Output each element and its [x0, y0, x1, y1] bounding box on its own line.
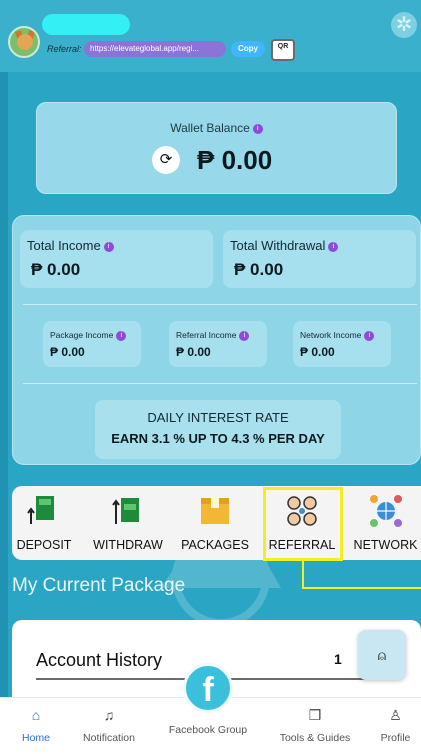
nav-tools-label: Tools & Guides — [279, 732, 351, 744]
daily-interest-box: DAILY INTEREST RATE EARN 3.1 % UP TO 4.3… — [95, 400, 341, 459]
refresh-icon[interactable]: ⟳ — [152, 146, 180, 174]
nav-tools-guides[interactable]: ❒ Tools & Guides — [270, 698, 360, 754]
facebook-icon[interactable]: f — [183, 663, 233, 713]
left-edge-bar — [0, 72, 8, 702]
door-exit-icon[interactable]: ⍝ — [358, 630, 406, 680]
network-income-card: Network Income i ₱ 0.00 — [293, 321, 391, 367]
referral-label: Referral: — [47, 44, 82, 54]
wallet-amount: ₱ 0.00 — [197, 145, 273, 175]
referral-highlight-box — [263, 487, 343, 561]
info-icon[interactable]: i — [103, 241, 114, 252]
book-icon: ❒ — [308, 707, 322, 723]
info-icon[interactable]: i — [116, 330, 127, 341]
account-history-title: Account History — [36, 650, 163, 670]
network-income-value: ₱ 0.00 — [300, 345, 335, 359]
home-icon: ⌂ — [31, 707, 41, 723]
package-income-label: Package Income i — [50, 330, 127, 341]
avatar[interactable] — [8, 26, 40, 58]
nav-profile-label: Profile — [380, 732, 411, 744]
network-label: NETWORK — [353, 538, 418, 552]
total-withdrawal-card: Total Withdrawal i ₱ 0.00 — [223, 230, 416, 288]
total-income-value: ₱ 0.00 — [31, 260, 81, 279]
packages-icon — [201, 498, 229, 524]
info-icon[interactable]: i — [252, 123, 263, 134]
settings-icon[interactable]: ✲ — [391, 12, 417, 38]
qr-code-button[interactable]: QR — [271, 39, 295, 61]
actions-bar: DEPOSIT WITHDRAW PACKAGES REFERRAL NETWO… — [12, 486, 421, 560]
qr-code-icon: QR — [277, 43, 289, 50]
wallet-title: Wallet Balance i — [37, 121, 396, 135]
nav-profile[interactable]: ♙ Profile — [370, 698, 421, 754]
stats-panel: Total Income i ₱ 0.00 Total Withdrawal i ₱… — [12, 215, 421, 627]
package-income-card: Package Income i ₱ 0.00 — [43, 321, 141, 367]
user-icon: ♙ — [389, 707, 402, 723]
referral-income-value: ₱ 0.00 — [176, 345, 211, 359]
total-income-label: Total Income i — [27, 238, 114, 253]
network-income-label: Network Income i — [300, 330, 375, 341]
referral-income-label: Referral Income i — [176, 330, 250, 341]
nav-home-label: Home — [21, 732, 50, 744]
divider — [23, 304, 417, 305]
top-bar — [0, 0, 421, 72]
deposit-button[interactable]: DEPOSIT — [12, 486, 76, 560]
packages-label: PACKAGES — [181, 538, 249, 552]
bell-icon: ♫ — [103, 707, 115, 723]
packages-button[interactable]: PACKAGES — [176, 486, 254, 560]
wallet-title-label: Wallet Balance — [170, 121, 250, 135]
network-icon — [369, 495, 402, 527]
info-icon[interactable]: i — [364, 330, 375, 341]
divider — [23, 383, 417, 384]
nav-facebook-label: Facebook Group — [168, 724, 248, 736]
info-icon[interactable]: i — [328, 241, 339, 252]
deposit-icon — [27, 496, 54, 524]
current-package-title: My Current Package — [12, 575, 186, 596]
nav-home[interactable]: ⌂ Home — [0, 698, 72, 754]
network-button[interactable]: NETWORK — [350, 486, 421, 560]
deposit-label: DEPOSIT — [16, 538, 72, 552]
username-pill — [42, 14, 130, 35]
copy-button[interactable]: Copy — [231, 41, 265, 57]
info-icon[interactable]: i — [239, 330, 250, 341]
daily-interest-subtitle: EARN 3.1 % UP TO 4.3 % PER DAY — [111, 431, 325, 446]
withdraw-button[interactable]: WITHDRAW — [84, 486, 172, 560]
daily-interest-title: DAILY INTEREST RATE — [147, 410, 289, 425]
referral-link-field[interactable]: https://elevateglobal.app/regi... — [84, 41, 226, 57]
nav-notification-label: Notification — [83, 732, 135, 744]
withdraw-label: WITHDRAW — [93, 538, 163, 552]
referral-income-card: Referral Income i ₱ 0.00 — [169, 321, 267, 367]
package-income-value: ₱ 0.00 — [50, 345, 85, 359]
withdraw-icon — [112, 498, 139, 524]
callout-line — [302, 560, 304, 588]
nav-notification[interactable]: ♫ Notification — [72, 698, 146, 754]
total-income-card: Total Income i ₱ 0.00 — [20, 230, 213, 288]
callout-line — [302, 587, 421, 589]
wallet-card: Wallet Balance i ⟳ ₱ 0.00 — [36, 102, 397, 194]
total-withdrawal-label: Total Withdrawal i — [230, 238, 339, 253]
total-withdrawal-value: ₱ 0.00 — [234, 260, 284, 279]
account-history-count: 1 — [334, 651, 342, 667]
